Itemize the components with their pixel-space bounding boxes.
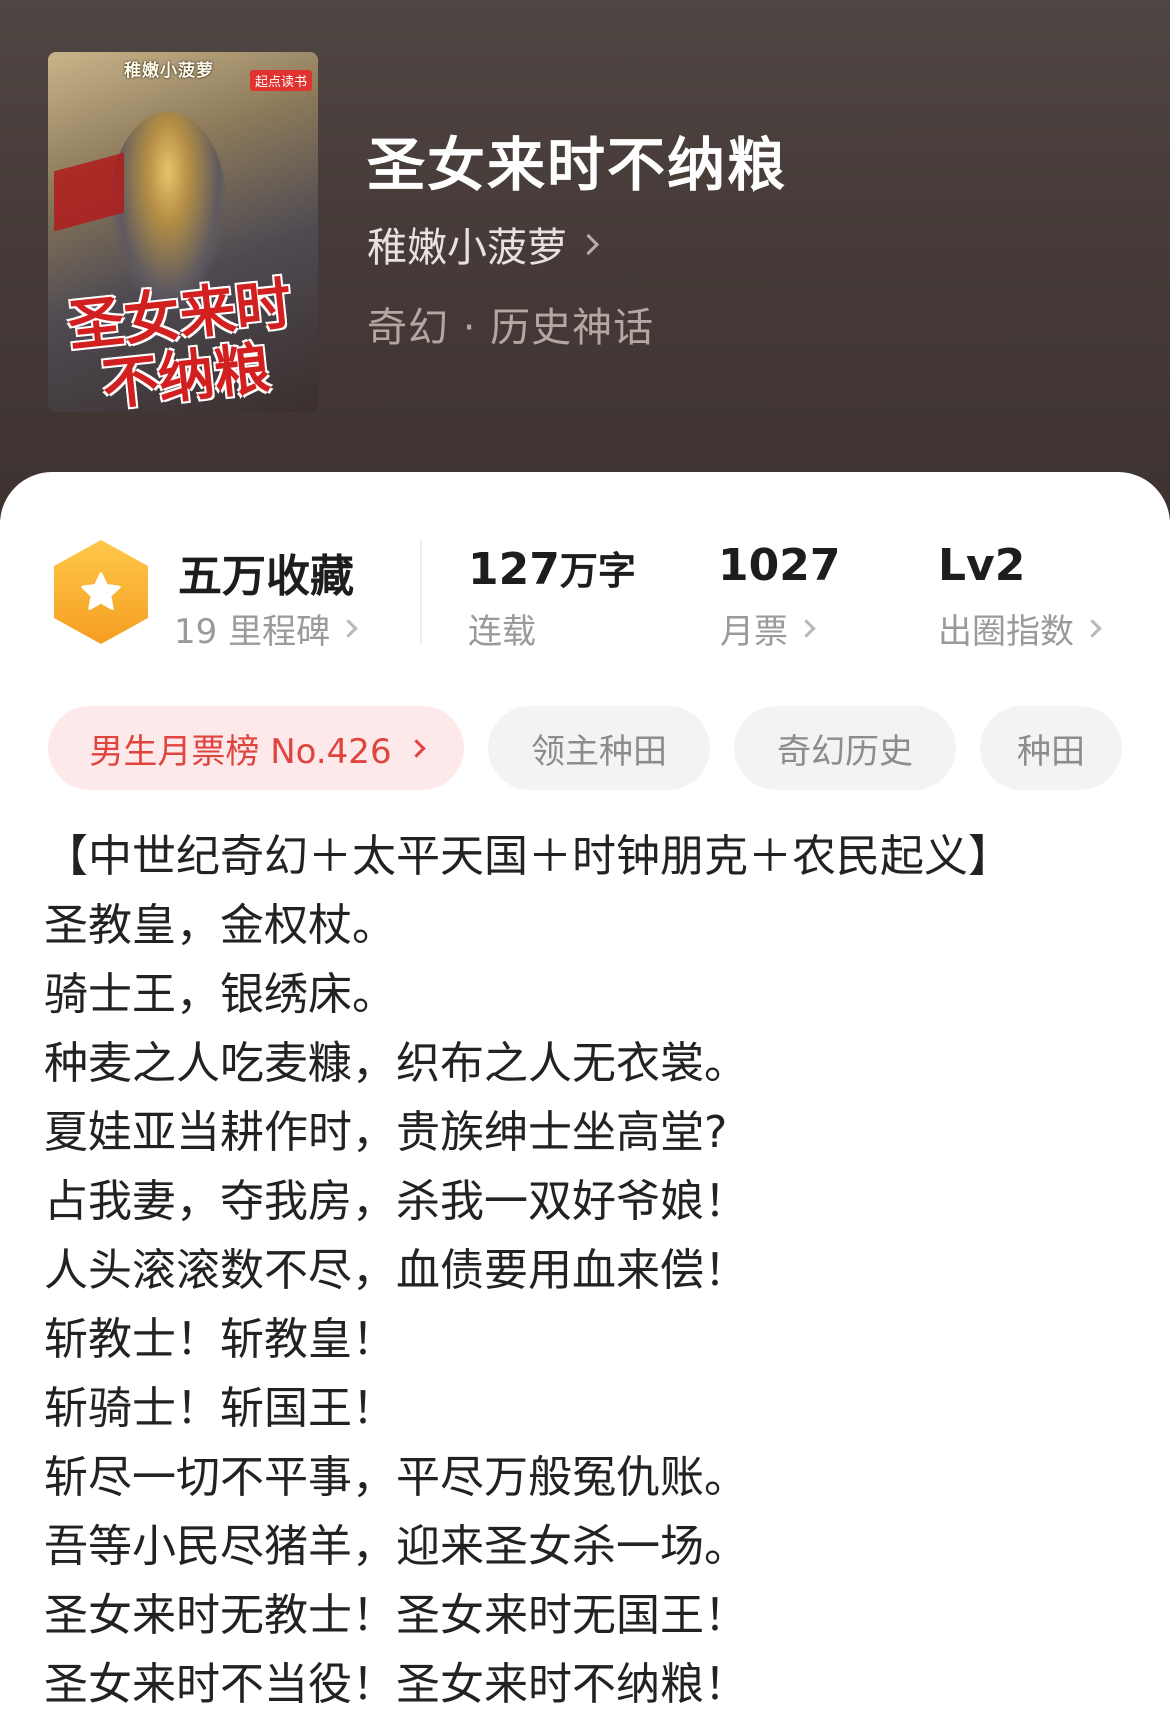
genre-tag[interactable]: 领主种田 bbox=[488, 706, 710, 790]
stats-row: 五万收藏 19 里程碑 127万字 连载 1027 月票 Lv2 出圈指数 bbox=[0, 532, 1170, 652]
milestone-label: 19 里程碑 bbox=[174, 612, 331, 652]
chevron-right-icon bbox=[339, 619, 358, 638]
popularity-index-link[interactable]: 出圈指数 bbox=[938, 604, 1102, 653]
synopsis-line: 圣女来时无教士！圣女来时无国王！ bbox=[44, 1590, 748, 1641]
genre-tag[interactable]: 奇幻历史 bbox=[734, 706, 956, 790]
synopsis-line: 人头滚滚数不尽，血债要用血来偿！ bbox=[44, 1245, 748, 1296]
genre-tag[interactable]: 种田 bbox=[980, 706, 1122, 790]
synopsis-line: 吾等小民尽猪羊，迎来圣女杀一场。 bbox=[44, 1521, 748, 1572]
synopsis-line: 夏娃亚当耕作时，贵族绅士坐高堂? bbox=[44, 1107, 728, 1158]
book-detail-card: 五万收藏 19 里程碑 127万字 连载 1027 月票 Lv2 出圈指数 男生… bbox=[0, 472, 1170, 1728]
collect-badge bbox=[54, 540, 148, 644]
synopsis-line: 圣女来时不当役！圣女来时不纳粮！ bbox=[44, 1659, 748, 1710]
chevron-right-icon bbox=[797, 619, 816, 638]
synopsis-line: 斩尽一切不平事，平尽万般冤仇账。 bbox=[44, 1452, 748, 1503]
rank-label: 男生月票榜 No.426 bbox=[89, 731, 392, 772]
chevron-right-icon bbox=[406, 738, 426, 758]
serial-status: 连载 bbox=[468, 604, 536, 653]
synopsis-line: 【中世纪奇幻＋太平天国＋时钟朋克＋农民起义】 bbox=[44, 831, 1012, 882]
word-count-number: 127 bbox=[468, 544, 560, 595]
rank-tag[interactable]: 男生月票榜 No.426 bbox=[48, 706, 464, 790]
synopsis-line: 斩骑士！斩国王！ bbox=[44, 1383, 396, 1434]
synopsis: 【中世纪奇幻＋太平天国＋时钟朋克＋农民起义】 圣教皇，金权杖。 骑士王，银绣床。… bbox=[44, 822, 1134, 1719]
book-category: 奇幻 · 历史神话 bbox=[367, 305, 655, 351]
monthly-ticket-count: 1027 bbox=[718, 540, 841, 591]
book-cover[interactable]: 稚嫩小菠萝 起点读书 圣女来时不纳粮 bbox=[48, 52, 318, 412]
cover-author-text: 稚嫩小菠萝 bbox=[124, 61, 214, 81]
word-count-unit: 万字 bbox=[559, 549, 636, 593]
chevron-right-icon bbox=[577, 233, 600, 255]
monthly-ticket-label: 月票 bbox=[720, 612, 788, 652]
tag-row: 男生月票榜 No.426 领主种田 奇幻历史 种田 bbox=[48, 706, 1122, 790]
chevron-right-icon bbox=[1083, 619, 1102, 638]
popularity-level: Lv2 bbox=[938, 540, 1026, 591]
collect-count: 五万收藏 bbox=[178, 551, 354, 602]
synopsis-line: 种麦之人吃麦糠，织布之人无衣裳。 bbox=[44, 1038, 748, 1089]
book-header: 稚嫩小菠萝 起点读书 圣女来时不纳粮 圣女来时不纳粮 稚嫩小菠萝 奇幻 · 历史… bbox=[0, 0, 1170, 520]
word-count: 127万字 bbox=[468, 540, 636, 595]
synopsis-line: 骑士王，银绣床。 bbox=[44, 969, 396, 1020]
popularity-index-label: 出圈指数 bbox=[938, 612, 1074, 652]
monthly-ticket-link[interactable]: 月票 bbox=[720, 604, 816, 653]
serial-status-label: 连载 bbox=[468, 612, 536, 652]
cover-brand-badge: 起点读书 bbox=[249, 70, 312, 91]
synopsis-line: 占我妻，夺我房，杀我一双好爷娘！ bbox=[44, 1176, 748, 1227]
cover-title-text: 圣女来时不纳粮 bbox=[64, 270, 295, 412]
star-icon bbox=[81, 572, 121, 610]
stats-divider bbox=[420, 540, 422, 644]
author-name: 稚嫩小菠萝 bbox=[367, 225, 567, 271]
synopsis-line: 圣教皇，金权杖。 bbox=[44, 900, 396, 951]
milestone-link[interactable]: 19 里程碑 bbox=[174, 604, 358, 653]
synopsis-line: 斩教士！斩教皇！ bbox=[44, 1314, 396, 1365]
author-link[interactable]: 稚嫩小菠萝 bbox=[367, 215, 600, 273]
book-title: 圣女来时不纳粮 bbox=[367, 131, 788, 199]
